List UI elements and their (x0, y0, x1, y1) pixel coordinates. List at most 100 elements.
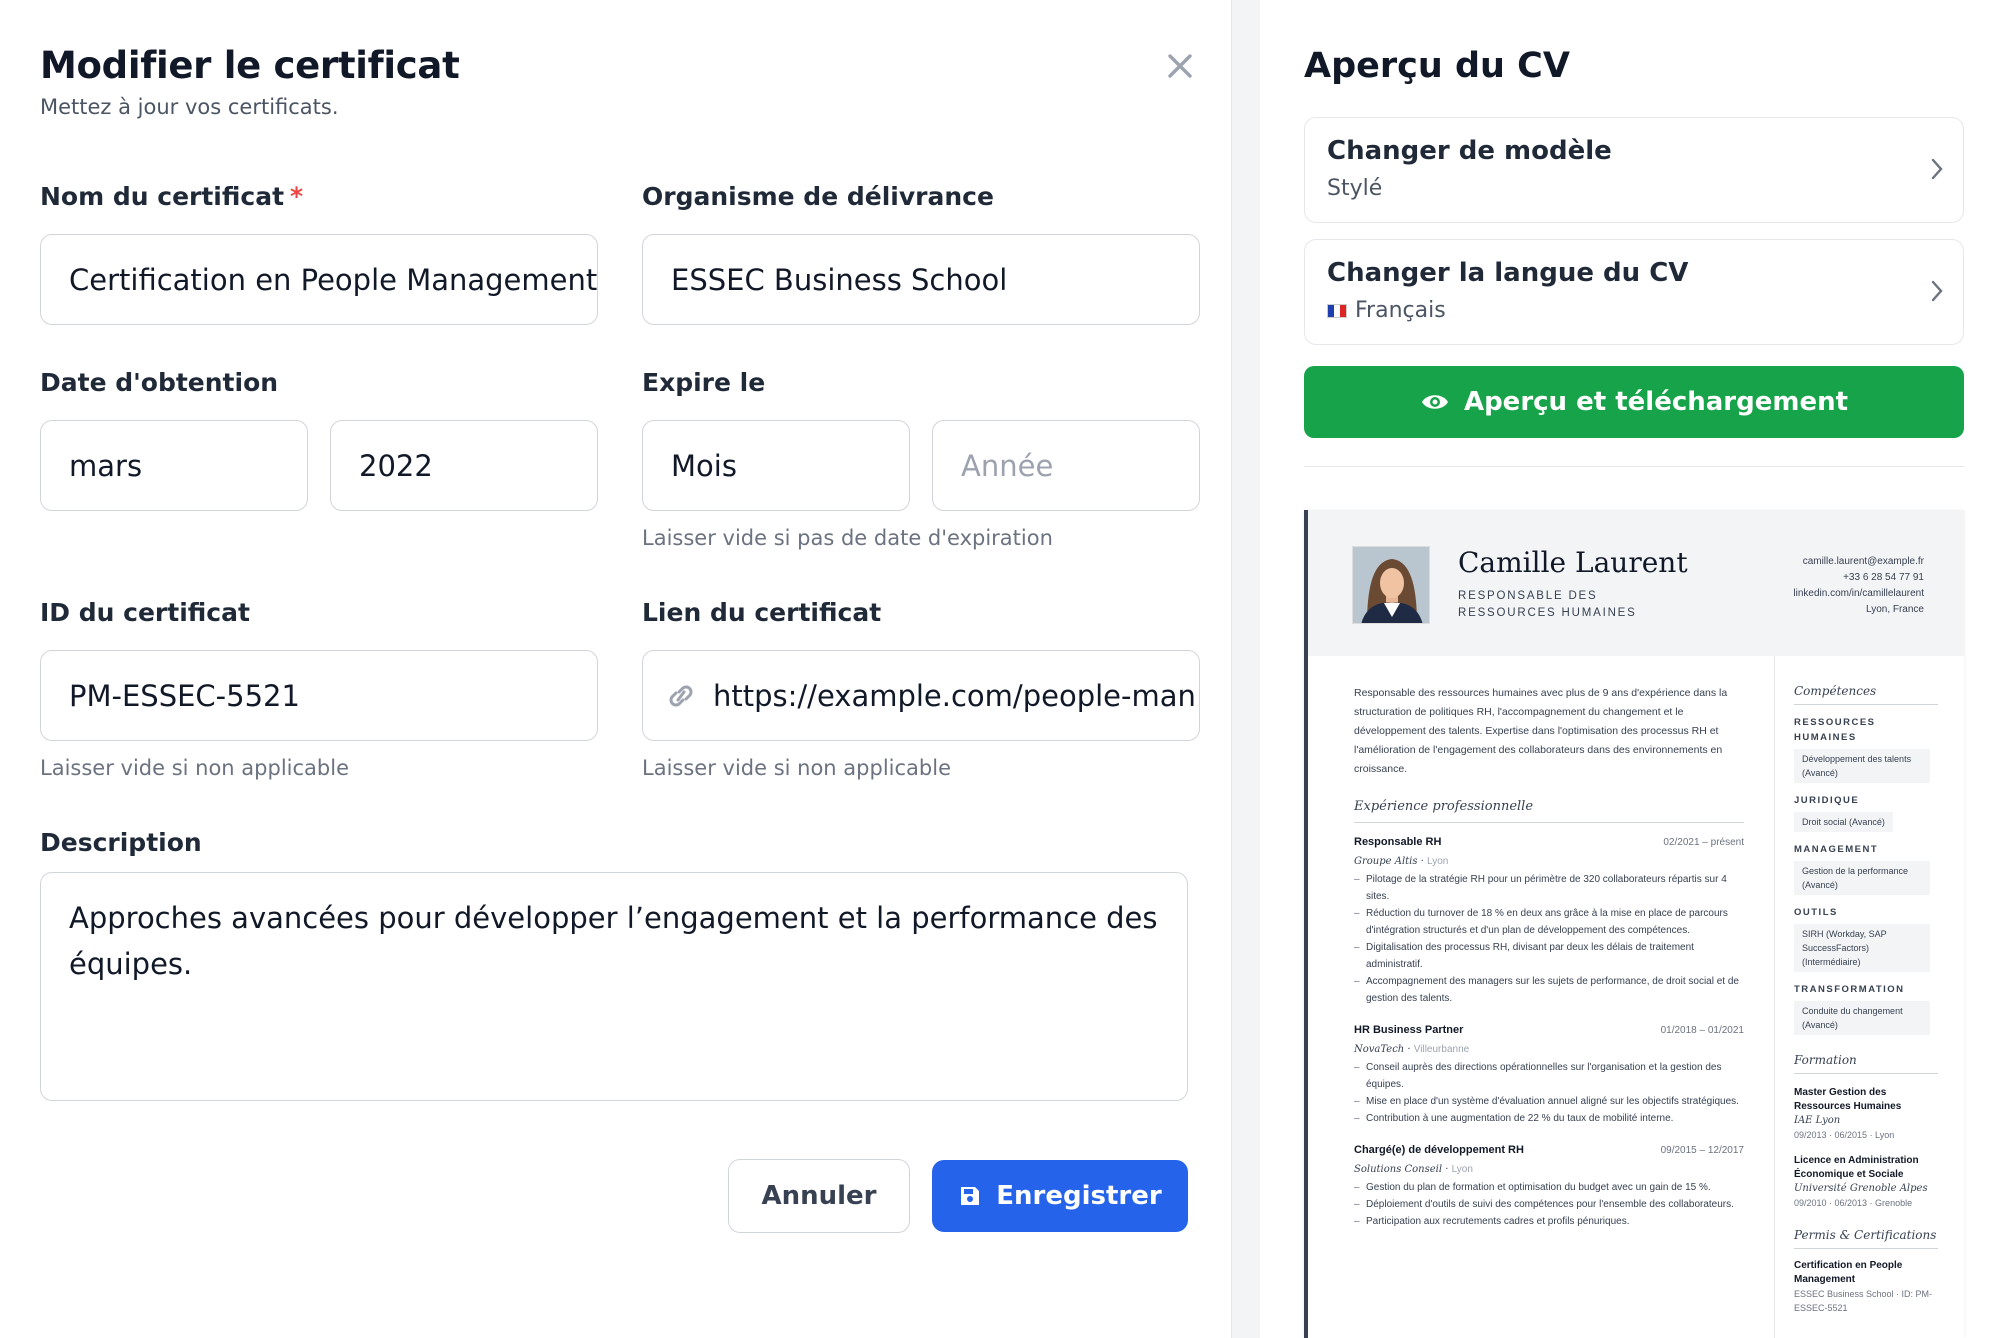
certificate-id-help-text: Laisser vide si non applicable (40, 756, 349, 780)
cv-phone: +33 6 28 54 77 91 (1843, 572, 1924, 583)
cv-photo (1352, 546, 1430, 624)
cv-skill-category: JURIDIQUE (1794, 795, 1860, 806)
cv-education-item: Licence en Administration Économique et … (1794, 1154, 1938, 1210)
expires-label: Expire le (642, 368, 766, 397)
certificate-name-label: Nom du certificat * (40, 182, 304, 211)
cv-skill-category: MANAGEMENT (1794, 844, 1879, 855)
cv-job-bullet: Gestion du plan de formation et optimisa… (1354, 1179, 1744, 1196)
expires-help-text: Laisser vide si pas de date d'expiration (642, 526, 1053, 550)
cv-email: camille.laurent@example.fr (1802, 556, 1924, 567)
cv-job-bullet: Digitalisation des processus RH, divisan… (1354, 939, 1744, 973)
cv-column-divider (1774, 656, 1775, 1338)
description-label: Description (40, 828, 202, 857)
modal-subtitle: Mettez à jour vos certificats. (40, 95, 339, 119)
chevron-right-icon (1931, 158, 1943, 180)
obtained-year-input[interactable]: 2022 (330, 420, 598, 511)
certificate-link-help-text: Laisser vide si non applicable (642, 756, 951, 780)
french-flag-icon (1327, 303, 1347, 318)
current-language-label: Français (1355, 298, 1446, 323)
eye-icon (1421, 395, 1448, 409)
cv-job-bullet: Accompagnement des managers sur les suje… (1354, 973, 1744, 1007)
issuer-label: Organisme de délivrance (642, 182, 994, 211)
change-language-card[interactable]: Changer la langue du CV Français (1304, 239, 1964, 345)
preview-title: Aperçu du CV (1304, 46, 1570, 86)
cv-skill-chip: SIRH (Workday, SAP SuccessFactors) (Inte… (1794, 924, 1930, 972)
preview-download-button[interactable]: Aperçu et téléchargement (1304, 366, 1964, 438)
cv-job-bullet: Mise en place d'un système d'évaluation … (1354, 1093, 1744, 1110)
cv-degree: Master Gestion des Ressources Humaines (1794, 1087, 1902, 1112)
preview-download-label: Aperçu et téléchargement (1463, 387, 1849, 417)
cv-header: Camille Laurent RESPONSABLE DES RESSOURC… (1308, 510, 1964, 656)
cv-name: Camille Laurent (1458, 546, 1688, 579)
cv-job-city: Lyon (1451, 1164, 1473, 1175)
cv-degree: Licence en Administration Économique et … (1794, 1155, 1919, 1180)
edit-certificate-panel: Modifier le certificat Mettez à jour vos… (0, 0, 1232, 1338)
change-template-title: Changer de modèle (1327, 136, 1612, 166)
cv-job-dates: 02/2021 – présent (1663, 837, 1744, 848)
close-icon (1168, 54, 1192, 78)
cv-skill-category: TRANSFORMATION (1794, 984, 1905, 995)
cv-job-city: Villeurbanne (1413, 1044, 1470, 1055)
certificate-link-label: Lien du certificat (642, 598, 882, 627)
cv-document[interactable]: Camille Laurent RESPONSABLE DES RESSOURC… (1304, 510, 1964, 1338)
modal-title: Modifier le certificat (40, 44, 460, 87)
certificate-link-input[interactable]: https://example.com/people-man (642, 650, 1200, 741)
chevron-right-icon (1931, 280, 1943, 302)
cv-certifications-title: Permis & Certifications (1794, 1228, 1938, 1249)
certificate-name-input[interactable]: Certification en People Management (40, 234, 598, 325)
cv-job-company: Solutions Conseil (1354, 1164, 1443, 1175)
divider (1304, 466, 1964, 467)
current-template: Stylé (1327, 176, 1383, 201)
close-button[interactable] (1160, 46, 1200, 86)
cv-school: IAE Lyon (1794, 1115, 1841, 1126)
cv-skill-chip: Droit social (Avancé) (1794, 812, 1893, 832)
cv-preview-panel: Aperçu du CV Changer de modèle Stylé Cha… (1260, 0, 2002, 1338)
cv-skill-category: RESSOURCES HUMAINES (1794, 717, 1876, 743)
cv-skill-chip: Conduite du changement (Avancé) (1794, 1001, 1930, 1035)
cv-job-bullet: Participation aux recrutements cadres et… (1354, 1213, 1744, 1230)
cv-skills-title: Compétences (1794, 684, 1938, 705)
cv-skill-chip: Gestion de la performance (Avancé) (1794, 861, 1930, 895)
issuer-input[interactable]: ESSEC Business School (642, 234, 1200, 325)
cv-education-item: Master Gestion des Ressources Humaines I… (1794, 1086, 1938, 1142)
cv-education-title: Formation (1794, 1053, 1938, 1074)
cancel-button[interactable]: Annuler (728, 1159, 910, 1233)
cv-job-title: Responsable RH (1354, 836, 1442, 848)
cv-contact: camille.laurent@example.fr +33 6 28 54 7… (1793, 554, 1924, 618)
cv-job-city: Lyon (1427, 856, 1449, 867)
change-template-card[interactable]: Changer de modèle Stylé (1304, 117, 1964, 223)
cv-job-company: Groupe Altis (1354, 856, 1418, 867)
cv-location: Lyon, France (1866, 604, 1924, 615)
cv-job-bullet: Déploiement d'outils de suivi des compét… (1354, 1196, 1744, 1213)
expires-month-select[interactable]: Mois (642, 420, 910, 511)
cv-job-dates: 01/2018 – 01/2021 (1660, 1025, 1744, 1036)
cv-role: RESPONSABLE DES RESSOURCES HUMAINES (1458, 590, 1637, 619)
save-button[interactable]: Enregistrer (932, 1160, 1188, 1232)
cv-school: Université Grenoble Alpes (1794, 1183, 1928, 1194)
cv-side-column: Compétences RESSOURCES HUMAINES Développ… (1794, 684, 1938, 1315)
cv-job: Chargé(e) de développement RH 09/2015 – 1… (1354, 1141, 1744, 1230)
current-language: Français (1327, 298, 1446, 323)
cv-certification-item: Certification en People Management ESSEC… (1794, 1259, 1938, 1315)
obtained-month-select[interactable]: mars (40, 420, 308, 511)
obtained-date-label: Date d'obtention (40, 368, 279, 397)
certificate-link-value: https://example.com/people-man (713, 678, 1196, 713)
cv-job-title: Chargé(e) de développement RH (1354, 1144, 1524, 1156)
cv-job-bullet: Contribution à une augmentation de 22 % … (1354, 1110, 1744, 1127)
cv-skill-chip: Développement des talents (Avancé) (1794, 749, 1930, 783)
cv-job-bullet: Réduction du turnover de 18 % en deux an… (1354, 905, 1744, 939)
link-icon (669, 685, 693, 706)
cv-linkedin: linkedin.com/in/camillelaurent (1793, 588, 1924, 599)
description-textarea[interactable]: Approches avancées pour développer l’eng… (40, 872, 1188, 1101)
cv-job: HR Business Partner 01/2018 – 01/2021 Nov… (1354, 1021, 1744, 1127)
cv-job: Responsable RH 02/2021 – présent Groupe A… (1354, 833, 1744, 1007)
certificate-id-input[interactable]: PM-ESSEC-5521 (40, 650, 598, 741)
change-language-title: Changer la langue du CV (1327, 258, 1689, 288)
save-button-label: Enregistrer (996, 1181, 1162, 1211)
expires-year-input[interactable]: Année (932, 420, 1200, 511)
certificate-id-label: ID du certificat (40, 598, 250, 627)
save-icon (961, 1187, 980, 1205)
cv-cert-detail: ESSEC Business School · ID: PM-ESSEC-552… (1794, 1289, 1933, 1313)
required-mark: * (290, 182, 304, 211)
cv-job-bullet: Pilotage de la stratégie RH pour un péri… (1354, 871, 1744, 905)
